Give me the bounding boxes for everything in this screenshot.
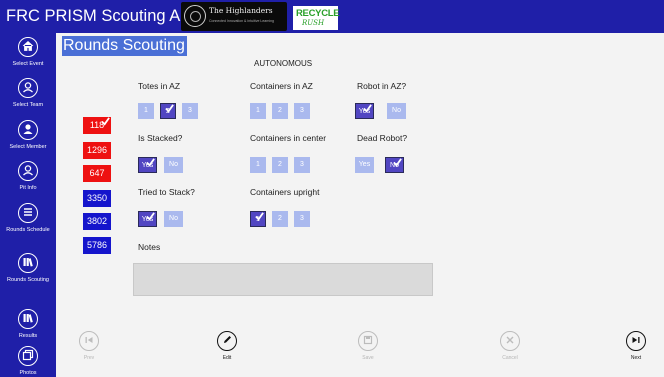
library-icon: [18, 253, 38, 273]
library-icon: [18, 309, 38, 329]
save-icon: [363, 335, 373, 345]
section-title: AUTONOMOUS: [254, 59, 313, 68]
containers-upright-option-3[interactable]: 3: [294, 211, 310, 227]
totes-az-option-1[interactable]: 1: [138, 103, 154, 119]
list-icon: [18, 203, 38, 223]
prev-button[interactable]: [79, 331, 99, 351]
containers-az-label: Containers in AZ: [250, 81, 313, 91]
containers-center-label: Containers in center: [250, 133, 327, 143]
title-bar: FRC PRISM Scouting App The Highlanders C…: [0, 0, 664, 33]
home-icon: [18, 37, 38, 57]
save-button[interactable]: [358, 331, 378, 351]
check-icon: [101, 117, 110, 126]
containers-center-option-1[interactable]: 1: [250, 157, 266, 173]
is-stacked-yes[interactable]: Yes: [138, 157, 157, 173]
robot-az-yes[interactable]: Yes: [355, 103, 374, 119]
person-icon: [18, 120, 38, 140]
photo-icon: [18, 346, 38, 366]
team-button-1296[interactable]: 1296: [83, 142, 111, 159]
app-title: FRC PRISM Scouting App: [6, 7, 199, 25]
containers-upright-label: Containers upright: [250, 187, 320, 197]
user-icon: [18, 78, 38, 98]
edit-button[interactable]: [217, 331, 237, 351]
containers-center-option-3[interactable]: 3: [294, 157, 310, 173]
check-icon: [146, 158, 155, 167]
tried-stack-label: Tried to Stack?: [138, 187, 195, 197]
totes-az-option-3[interactable]: 3: [182, 103, 198, 119]
close-icon: [506, 336, 514, 344]
next-button[interactable]: [626, 331, 646, 351]
user-icon: [18, 161, 38, 181]
tried-stack-no[interactable]: No: [164, 211, 183, 227]
pencil-icon: [224, 336, 231, 343]
notes-label: Notes: [138, 242, 161, 252]
recycle-rush-logo: RECYCLE RUSH: [293, 6, 340, 30]
containers-az-option-3[interactable]: 3: [294, 103, 310, 119]
highlanders-logo: The Highlanders Connected Innovation & I…: [181, 2, 287, 31]
team-button-3350[interactable]: 3350: [83, 190, 111, 207]
robot-az-no[interactable]: No: [387, 103, 406, 119]
dead-robot-yes[interactable]: Yes: [355, 157, 374, 173]
team-button-118[interactable]: 118: [83, 117, 111, 134]
team-button-3802[interactable]: 3802: [83, 213, 111, 230]
check-icon: [393, 158, 402, 167]
dead-robot-no[interactable]: No: [385, 157, 404, 173]
check-icon: [255, 212, 264, 221]
tried-stack-yes[interactable]: Yes: [138, 211, 157, 227]
check-icon: [165, 104, 174, 113]
check-icon: [146, 212, 155, 221]
check-icon: [363, 104, 372, 113]
prev-icon: [85, 337, 93, 343]
is-stacked-label: Is Stacked?: [138, 133, 183, 143]
is-stacked-no[interactable]: No: [164, 157, 183, 173]
notes-input[interactable]: [133, 263, 433, 296]
cancel-button[interactable]: [500, 331, 520, 351]
team-button-5786[interactable]: 5786: [83, 237, 111, 254]
team-button-647[interactable]: 647: [83, 165, 111, 182]
containers-az-option-2[interactable]: 2: [272, 103, 288, 119]
containers-upright-option-2[interactable]: 2: [272, 211, 288, 227]
containers-upright-option-1[interactable]: 1: [250, 211, 266, 227]
robot-az-label: Robot in AZ?: [357, 81, 407, 91]
page-title: Rounds Scouting: [62, 36, 187, 56]
seal-icon: [184, 5, 206, 27]
containers-az-option-1[interactable]: 1: [250, 103, 266, 119]
next-icon: [632, 337, 640, 343]
totes-az-label: Totes in AZ: [138, 81, 181, 91]
containers-center-option-2[interactable]: 2: [272, 157, 288, 173]
totes-az-option-2[interactable]: 2: [160, 103, 176, 119]
sidebar: Select Event Select Team Select Member P…: [0, 33, 56, 377]
dead-robot-label: Dead Robot?: [357, 133, 408, 143]
